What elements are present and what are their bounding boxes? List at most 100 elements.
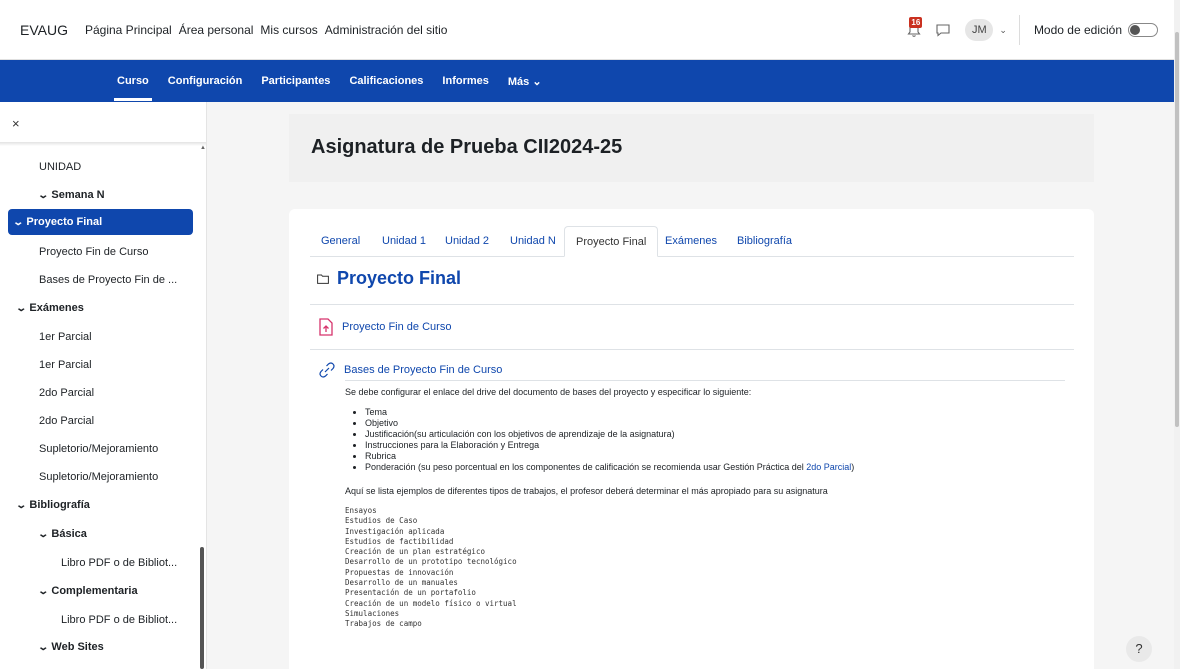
example-item: Propuestas de innovación	[345, 567, 454, 577]
list-item: Justificación(su articulación con los ob…	[365, 429, 1065, 440]
drawer-item-bases-proyecto[interactable]: Bases de Proyecto Fin de ...	[0, 267, 200, 293]
drawer-item-proyecto-fin-de-curso[interactable]: Proyecto Fin de Curso	[0, 239, 200, 265]
example-item: Creación de un modelo físico o virtual	[345, 598, 517, 608]
primary-navigation: Página Principal Área personal Mis curso…	[85, 23, 455, 37]
course-nav-course[interactable]: Curso	[114, 75, 152, 101]
list-item: Objetivo	[365, 418, 1065, 429]
scrollbar-thumb[interactable]	[1175, 32, 1179, 427]
help-button[interactable]: ?	[1126, 636, 1152, 662]
example-item: Investigación aplicada	[345, 526, 445, 536]
chevron-down-icon: ⌄	[12, 216, 25, 228]
chevron-down-icon[interactable]: ⌄	[999, 25, 1007, 36]
drawer-section-examenes[interactable]: ⌄ Exámenes	[0, 295, 200, 321]
drawer-section-semana-n[interactable]: ⌄ Semana N	[0, 182, 200, 208]
edit-mode-toggle[interactable]	[1128, 23, 1158, 37]
drawer-item-libro-pdf[interactable]: Libro PDF o de Bibliot...	[0, 550, 200, 576]
drawer-item-supletorio[interactable]: Supletorio/Mejoramiento	[0, 436, 200, 462]
tab-bibliografia[interactable]: Bibliografía	[737, 226, 792, 257]
drawer-item-2do-parcial[interactable]: 2do Parcial	[0, 408, 200, 434]
list-item: Ponderación (su peso porcentual en los c…	[365, 462, 1065, 473]
tab-examenes[interactable]: Exámenes	[665, 226, 717, 257]
example-item: Simulaciones	[345, 608, 400, 618]
course-nav-participants[interactable]: Participantes	[261, 75, 330, 87]
drawer-item-libro-pdf[interactable]: Libro PDF o de Bibliot...	[0, 607, 200, 633]
chevron-down-icon: ⌄	[37, 641, 50, 653]
example-item: Desarrollo de un prototipo tecnológico	[345, 557, 517, 567]
drawer-item-1er-parcial[interactable]: 1er Parcial	[0, 352, 200, 378]
course-nav-grades[interactable]: Calificaciones	[349, 75, 423, 87]
divider	[310, 349, 1074, 350]
folder-icon	[317, 274, 329, 284]
nav-site-admin[interactable]: Administración del sitio	[325, 23, 448, 37]
list-item: Instrucciones para la Elaboración y Entr…	[365, 440, 1065, 451]
drawer-item-supletorio[interactable]: Supletorio/Mejoramiento	[0, 464, 200, 490]
chevron-down-icon: ⌄	[15, 499, 28, 511]
chevron-down-icon: ⌄	[37, 585, 50, 597]
examples-list: Ensayos Estudios de Caso Investigación a…	[345, 506, 1065, 630]
drawer-scrollbar[interactable]	[200, 547, 204, 669]
example-item: Trabajos de campo	[345, 619, 422, 629]
course-nav-reports[interactable]: Informes	[442, 75, 488, 87]
scroll-up-icon[interactable]: ▲	[200, 145, 206, 151]
assignment-upload-icon	[319, 318, 333, 336]
example-item: Presentación de un portafolio	[345, 588, 476, 598]
drawer-item-1er-parcial[interactable]: 1er Parcial	[0, 324, 200, 350]
section-tabs: General Unidad 1 Unidad 2 Unidad N Proye…	[310, 226, 1074, 257]
course-content-card: General Unidad 1 Unidad 2 Unidad N Proye…	[289, 209, 1094, 669]
activity-description: Se debe configurar el enlace del drive d…	[345, 387, 1065, 630]
drawer-header-shadow	[0, 142, 206, 146]
list-item: Rubrica	[365, 451, 1065, 462]
drawer-section-proyecto-final[interactable]: ⌄ Proyecto Final	[8, 209, 193, 235]
activity-link[interactable]: Proyecto Fin de Curso	[342, 321, 451, 333]
2do-parcial-link[interactable]: 2do Parcial	[806, 462, 851, 472]
example-item: Desarrollo de un manuales	[345, 578, 458, 588]
section-heading: Proyecto Final	[317, 268, 461, 289]
tab-general[interactable]: General	[321, 226, 360, 257]
description-intro: Se debe configurar el enlace del drive d…	[345, 387, 752, 397]
page-header: Asignatura de Prueba CII2024-25	[289, 114, 1094, 182]
drawer-item-2do-parcial[interactable]: 2do Parcial	[0, 380, 200, 406]
drawer-item-unidad[interactable]: UNIDAD	[0, 154, 200, 180]
nav-home[interactable]: Página Principal	[85, 23, 172, 37]
course-nav-more[interactable]: Más ⌄	[508, 75, 542, 88]
chevron-down-icon: ⌄	[37, 528, 50, 540]
site-brand[interactable]: EVAUG	[20, 22, 68, 38]
nav-dashboard[interactable]: Área personal	[179, 23, 254, 37]
example-item: Estudios de factibilidad	[345, 536, 454, 546]
example-item: Ensayos	[345, 506, 377, 515]
requirements-list: Tema Objetivo Justificación(su articulac…	[365, 407, 1065, 473]
tab-proyecto-final[interactable]: Proyecto Final	[564, 226, 659, 257]
activity-bases-proyecto[interactable]: Bases de Proyecto Fin de Curso	[318, 361, 502, 379]
page-scrollbar[interactable]	[1174, 0, 1180, 669]
drawer-section-bibliografia[interactable]: ⌄ Bibliografía	[0, 492, 200, 518]
course-index-drawer: × ▲ UNIDAD ⌄ Semana N ⌄ Proyecto Final Pro…	[0, 102, 207, 669]
divider	[310, 304, 1074, 305]
main-region: Asignatura de Prueba CII2024-25 General …	[207, 102, 1174, 669]
nav-my-courses[interactable]: Mis cursos	[260, 23, 317, 37]
course-navigation: Curso Configuración Participantes Califi…	[0, 60, 1174, 102]
close-icon[interactable]: ×	[12, 116, 20, 131]
example-item: Estudios de Caso	[345, 516, 418, 526]
divider	[345, 380, 1065, 381]
tab-unidad-n[interactable]: Unidad N	[510, 226, 556, 257]
example-item: Creación de un plan estratégico	[345, 547, 485, 557]
notifications-button[interactable]: 16	[907, 17, 925, 40]
top-navbar: EVAUG Página Principal Área personal Mis…	[0, 0, 1180, 60]
page-title: Asignatura de Prueba CII2024-25	[311, 136, 623, 158]
chat-icon[interactable]	[935, 22, 951, 38]
course-nav-settings[interactable]: Configuración	[168, 75, 243, 87]
activity-link[interactable]: Bases de Proyecto Fin de Curso	[344, 364, 502, 376]
chevron-down-icon: ⌄	[15, 302, 28, 314]
activity-proyecto-fin-de-curso[interactable]: Proyecto Fin de Curso	[318, 318, 451, 336]
drawer-subsection-basica[interactable]: ⌄ Básica	[0, 521, 200, 547]
drawer-subsection-complementaria[interactable]: ⌄ Complementaria	[0, 578, 200, 604]
drawer-subsection-web-sites[interactable]: ⌄ Web Sites	[0, 634, 200, 660]
section-title[interactable]: Proyecto Final	[337, 268, 461, 289]
examples-intro: Aquí se lista ejemplos de diferentes tip…	[345, 486, 828, 496]
divider	[1018, 15, 1020, 45]
user-avatar[interactable]: JM	[965, 19, 994, 41]
tab-unidad-1[interactable]: Unidad 1	[382, 226, 426, 257]
list-item: Tema	[365, 407, 1065, 418]
tab-unidad-2[interactable]: Unidad 2	[445, 226, 489, 257]
url-link-icon	[319, 362, 335, 378]
